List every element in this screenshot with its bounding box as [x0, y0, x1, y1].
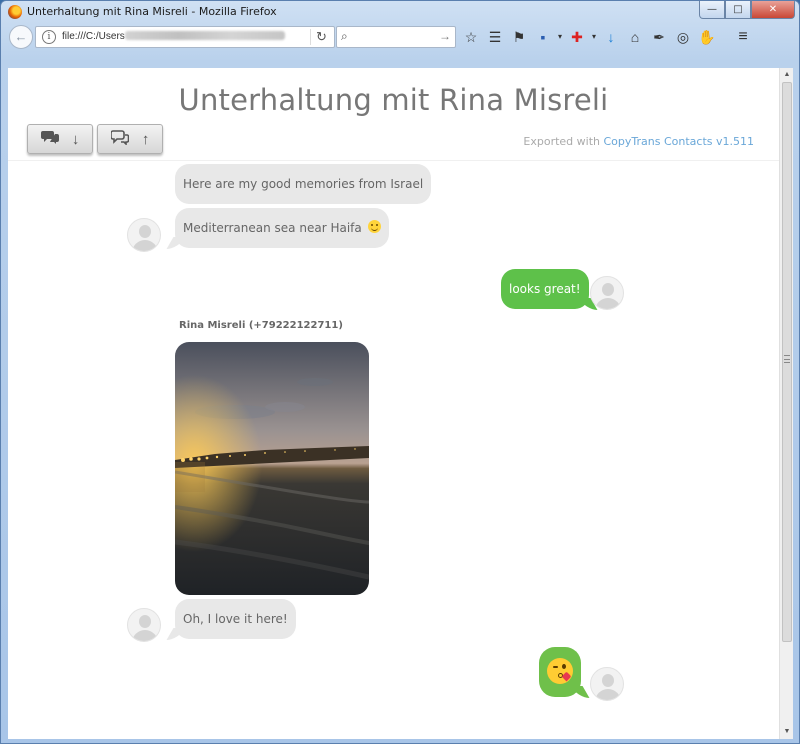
bookmark-star-icon[interactable]: ☆: [459, 25, 483, 49]
sea-at-night-photo: [175, 342, 369, 595]
title-bar[interactable]: Unterhaltung mit Rina Misreli - Mozilla …: [1, 1, 799, 23]
message-bubble-incoming: Mediterranean sea near Haifa: [175, 208, 389, 248]
copytrans-link[interactable]: CopyTrans Contacts v1.511: [604, 135, 755, 148]
arrow-up-icon: ↑: [141, 130, 150, 148]
emoji-heart: [561, 671, 572, 682]
scroll-up-arrow-icon[interactable]: ▲: [780, 68, 794, 82]
message-bubble-incoming: Here are my good memories from Israel: [175, 164, 432, 204]
addon-globe-icon[interactable]: ◎: [671, 25, 695, 49]
save-page-icon[interactable]: ▪: [531, 25, 555, 49]
exported-credit: Exported with CopyTrans Contacts v1.511: [523, 135, 754, 148]
emoji-eye-wink: [553, 666, 558, 668]
page-content: Unterhaltung mit Rina Misreli ↓ ↑ Export…: [8, 68, 779, 739]
own-avatar: [590, 276, 624, 310]
message-bubble-incoming: Oh, I love it here!: [175, 599, 296, 639]
contact-avatar: [127, 608, 161, 642]
search-icon: ⌕: [341, 29, 348, 43]
addon-red-cross-icon[interactable]: ✚: [565, 25, 589, 49]
url-text: file:///C:/Users: [62, 31, 285, 42]
save-dropdown-icon[interactable]: ▾: [555, 25, 565, 49]
pocket-icon[interactable]: ⚑: [507, 25, 531, 49]
downloads-icon[interactable]: ↓: [599, 25, 623, 49]
url-prefix: file:///C:/Users: [62, 31, 125, 42]
contact-avatar: [127, 218, 161, 252]
message-text: looks great!: [509, 282, 581, 296]
emoji-eye: [562, 664, 566, 669]
sort-oldest-first-button[interactable]: ↑: [97, 124, 163, 154]
message-text: Oh, I love it here!: [183, 612, 288, 626]
vertical-scrollbar[interactable]: ▲ ▼: [779, 68, 793, 739]
arrow-down-icon: ↓: [71, 130, 80, 148]
maximize-button[interactable]: □: [725, 1, 751, 19]
message-bubble-outgoing: looks great!: [501, 269, 589, 309]
scrollbar-grip: [784, 355, 790, 363]
reload-button[interactable]: ↻: [310, 29, 332, 45]
url-bar[interactable]: i file:///C:/Users ↻: [35, 26, 335, 48]
message-bubble-outgoing-emoji: [539, 647, 581, 697]
scrollbar-thumb[interactable]: [782, 82, 792, 642]
face-blowing-kiss-emoji-icon: [547, 658, 573, 684]
own-avatar: [590, 667, 624, 701]
message-sender: Rina Misreli (+79222122711): [179, 320, 343, 331]
url-redacted-path: [124, 31, 285, 40]
scroll-down-arrow-icon[interactable]: ▼: [780, 725, 794, 739]
site-info-icon[interactable]: i: [42, 30, 56, 44]
search-go-icon[interactable]: →: [439, 29, 451, 43]
home-icon[interactable]: ⌂: [623, 25, 647, 49]
window-controls: — □ ✕: [699, 1, 795, 19]
chat-bubbles-outline-icon: [109, 129, 129, 149]
message-text: Mediterranean sea near Haifa: [183, 221, 362, 235]
firefox-window: Unterhaltung mit Rina Misreli - Mozilla …: [0, 0, 800, 744]
sort-newest-first-button[interactable]: ↓: [27, 124, 93, 154]
page-title: Unterhaltung mit Rina Misreli: [178, 83, 609, 117]
back-button[interactable]: ←: [9, 25, 33, 49]
hamburger-menu-icon[interactable]: ≡: [731, 25, 755, 49]
header-divider: [8, 160, 779, 161]
exported-prefix: Exported with: [523, 135, 604, 148]
addon-pen-icon[interactable]: ✒: [647, 25, 671, 49]
firefox-logo-icon: [8, 5, 22, 19]
search-bar[interactable]: ⌕ →: [336, 26, 456, 48]
reading-list-icon[interactable]: ☰: [483, 25, 507, 49]
close-button[interactable]: ✕: [751, 1, 795, 19]
message-text: Here are my good memories from Israel: [183, 177, 424, 191]
window-title: Unterhaltung mit Rina Misreli - Mozilla …: [27, 5, 277, 18]
smiling-face-emoji-icon: [367, 220, 381, 233]
toolbar-icons: ☆ ☰ ⚑ ▪ ▾ ✚ ▾ ↓ ⌂ ✒ ◎ ✋ ≡: [459, 25, 755, 49]
navigation-toolbar: ← i file:///C:/Users ↻ ⌕ → ☆ ☰ ⚑ ▪ ▾ ✚ ▾…: [7, 25, 795, 49]
photo-attachment[interactable]: [175, 342, 369, 595]
chat-bubbles-icon: [40, 129, 59, 149]
addon-hand-icon[interactable]: ✋: [695, 25, 719, 49]
minimize-button[interactable]: —: [699, 1, 725, 19]
addon-dropdown-icon[interactable]: ▾: [589, 25, 599, 49]
